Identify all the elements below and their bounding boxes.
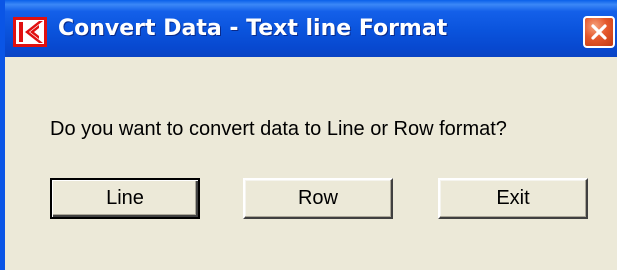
app-logo-icon[interactable] [13, 17, 47, 47]
window-title: Convert Data - Text line Format [58, 16, 448, 41]
dialog-window: Convert Data - Text line Format Do you w… [0, 0, 617, 270]
exit-button[interactable]: Exit [438, 178, 588, 219]
close-button[interactable] [583, 16, 615, 48]
title-bar[interactable]: Convert Data - Text line Format [5, 0, 617, 57]
row-button[interactable]: Row [243, 178, 393, 219]
line-button[interactable]: Line [50, 178, 200, 219]
close-icon [591, 24, 607, 40]
dialog-message: Do you want to convert data to Line or R… [50, 118, 507, 140]
